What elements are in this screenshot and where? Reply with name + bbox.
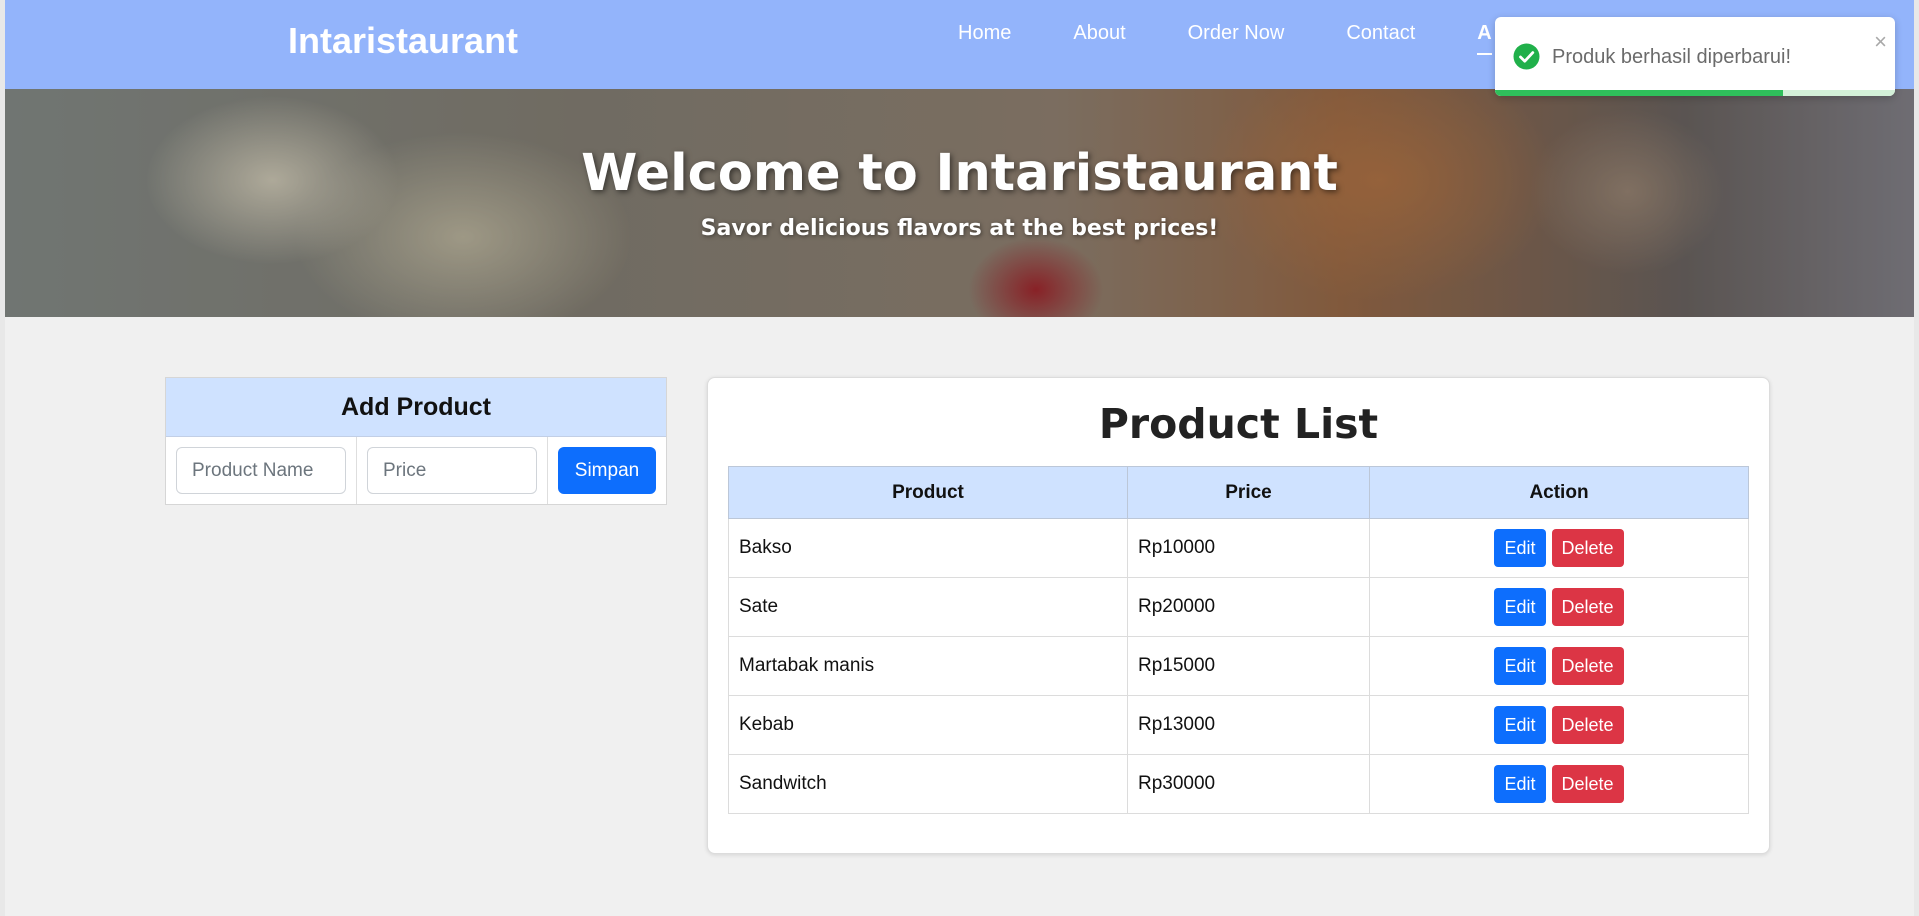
- page-edge-right: [1914, 0, 1919, 916]
- product-price: Rp13000: [1127, 695, 1370, 755]
- add-product-card: Add Product Product Name Price Simpan: [165, 377, 667, 505]
- table-row: Martabak manis Rp15000 Edit Delete: [728, 636, 1749, 696]
- row-actions: Edit Delete: [1369, 695, 1749, 755]
- product-price: Rp30000: [1127, 754, 1370, 814]
- product-list-title: Product List: [1098, 400, 1379, 448]
- edit-button[interactable]: Edit: [1494, 706, 1546, 744]
- hero-title: Welcome to Intaristaurant: [581, 144, 1338, 203]
- nav-link-about[interactable]: About: [1073, 22, 1125, 55]
- toast-message: Produk berhasil diperbarui!: [1552, 46, 1792, 68]
- nav-link-home[interactable]: Home: [958, 22, 1011, 55]
- price-cell: Price: [357, 437, 548, 504]
- success-toast: Produk berhasil diperbarui! ×: [1495, 17, 1895, 96]
- row-actions: Edit Delete: [1369, 577, 1749, 637]
- delete-button[interactable]: Delete: [1551, 765, 1624, 803]
- table-row: Sandwitch Rp30000 Edit Delete: [728, 754, 1749, 814]
- close-icon[interactable]: ×: [1874, 29, 1887, 55]
- column-header-product: Product: [728, 466, 1128, 519]
- edit-button[interactable]: Edit: [1494, 529, 1546, 567]
- add-product-heading: Add Product: [166, 378, 666, 437]
- row-actions: Edit Delete: [1369, 636, 1749, 696]
- hero-banner: Welcome to Intaristaurant Savor deliciou…: [5, 89, 1914, 317]
- nav-link-order-now[interactable]: Order Now: [1188, 22, 1285, 55]
- edit-button[interactable]: Edit: [1494, 588, 1546, 626]
- edit-button[interactable]: Edit: [1494, 647, 1546, 685]
- product-name: Martabak manis: [728, 636, 1128, 696]
- hero-overlay: [5, 89, 1914, 317]
- product-name-input[interactable]: Product Name: [176, 447, 346, 494]
- delete-button[interactable]: Delete: [1551, 647, 1624, 685]
- product-name-cell: Product Name: [166, 437, 357, 504]
- toast-progress-bar: [1495, 90, 1783, 96]
- product-price: Rp20000: [1127, 577, 1370, 637]
- brand-logo[interactable]: Intaristaurant: [288, 20, 518, 62]
- nav-links: Home About Order Now Contact A: [958, 22, 1554, 55]
- product-name: Kebab: [728, 695, 1128, 755]
- product-price: Rp15000: [1127, 636, 1370, 696]
- check-circle-icon: [1513, 43, 1540, 75]
- row-actions: Edit Delete: [1369, 754, 1749, 814]
- product-name: Sandwitch: [728, 754, 1128, 814]
- hero-subtitle: Savor delicious flavors at the best pric…: [700, 216, 1219, 241]
- save-cell: Simpan: [548, 437, 666, 504]
- delete-button[interactable]: Delete: [1551, 529, 1624, 567]
- table-row: Sate Rp20000 Edit Delete: [728, 577, 1749, 637]
- delete-button[interactable]: Delete: [1551, 706, 1624, 744]
- product-list-card: Product List Product Price Action Bakso …: [707, 377, 1770, 854]
- row-actions: Edit Delete: [1369, 518, 1749, 578]
- nav-link-contact[interactable]: Contact: [1346, 22, 1415, 55]
- table-row: Kebab Rp13000 Edit Delete: [728, 695, 1749, 755]
- price-input[interactable]: Price: [367, 447, 537, 494]
- edit-button[interactable]: Edit: [1494, 765, 1546, 803]
- column-header-price: Price: [1127, 466, 1370, 519]
- add-product-form: Product Name Price Simpan: [166, 437, 666, 504]
- product-table: Product Price Action Bakso Rp10000 Edit D…: [728, 466, 1749, 814]
- nav-link-admin[interactable]: A: [1477, 22, 1492, 55]
- product-name: Bakso: [728, 518, 1128, 578]
- table-header-row: Product Price Action: [728, 466, 1749, 519]
- delete-button[interactable]: Delete: [1551, 588, 1624, 626]
- product-name: Sate: [728, 577, 1128, 637]
- table-row: Bakso Rp10000 Edit Delete: [728, 518, 1749, 578]
- save-button[interactable]: Simpan: [558, 447, 656, 494]
- product-price: Rp10000: [1127, 518, 1370, 578]
- toast-progress-track: [1495, 90, 1895, 96]
- column-header-action: Action: [1369, 466, 1749, 519]
